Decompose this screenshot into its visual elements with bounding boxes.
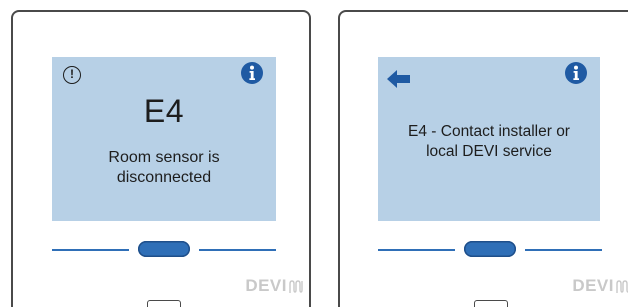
contact-message-line-1: E4 - Contact installer or: [408, 123, 570, 140]
bottom-tab: [147, 300, 181, 307]
nav-divider-left: [378, 249, 455, 251]
warning-icon: !: [63, 66, 81, 84]
thermostat-left: ! E4 Room sensor is disconnected DEVI: [11, 10, 311, 307]
error-code: E4: [143, 93, 185, 129]
nav-row-left: [52, 240, 276, 260]
nav-divider-left: [52, 249, 129, 251]
info-icon[interactable]: [564, 61, 588, 85]
center-button[interactable]: [138, 241, 190, 257]
center-button[interactable]: [464, 241, 516, 257]
nav-divider-right: [199, 249, 276, 251]
devi-logo-text: DEVI: [245, 276, 287, 295]
back-arrow-icon[interactable]: [386, 69, 412, 89]
devi-waves-icon: [616, 279, 628, 293]
display-screen-left: ! E4 Room sensor is disconnected: [52, 57, 276, 221]
devi-waves-icon: [289, 279, 303, 293]
display-screen-right: E4 - Contact installer or local DEVI ser…: [378, 57, 600, 221]
info-icon[interactable]: [240, 61, 264, 85]
bottom-tab: [474, 300, 508, 307]
devi-logo-text: DEVI: [572, 276, 614, 295]
error-message-line-1: Room sensor is: [108, 149, 220, 166]
devi-logo: DEVI: [572, 276, 628, 296]
nav-row-right: [378, 240, 602, 260]
contact-message-line-2: local DEVI service: [426, 143, 552, 160]
contact-message: E4 - Contact installer or local DEVI ser…: [378, 122, 600, 162]
error-message-line-2: disconnected: [116, 169, 212, 186]
thermostat-comparison: ! E4 Room sensor is disconnected DEVI E4…: [0, 0, 628, 307]
devi-logo: DEVI: [245, 276, 305, 296]
error-message: Room sensor is disconnected: [52, 148, 276, 188]
thermostat-right: E4 - Contact installer or local DEVI ser…: [338, 10, 628, 307]
nav-divider-right: [525, 249, 602, 251]
